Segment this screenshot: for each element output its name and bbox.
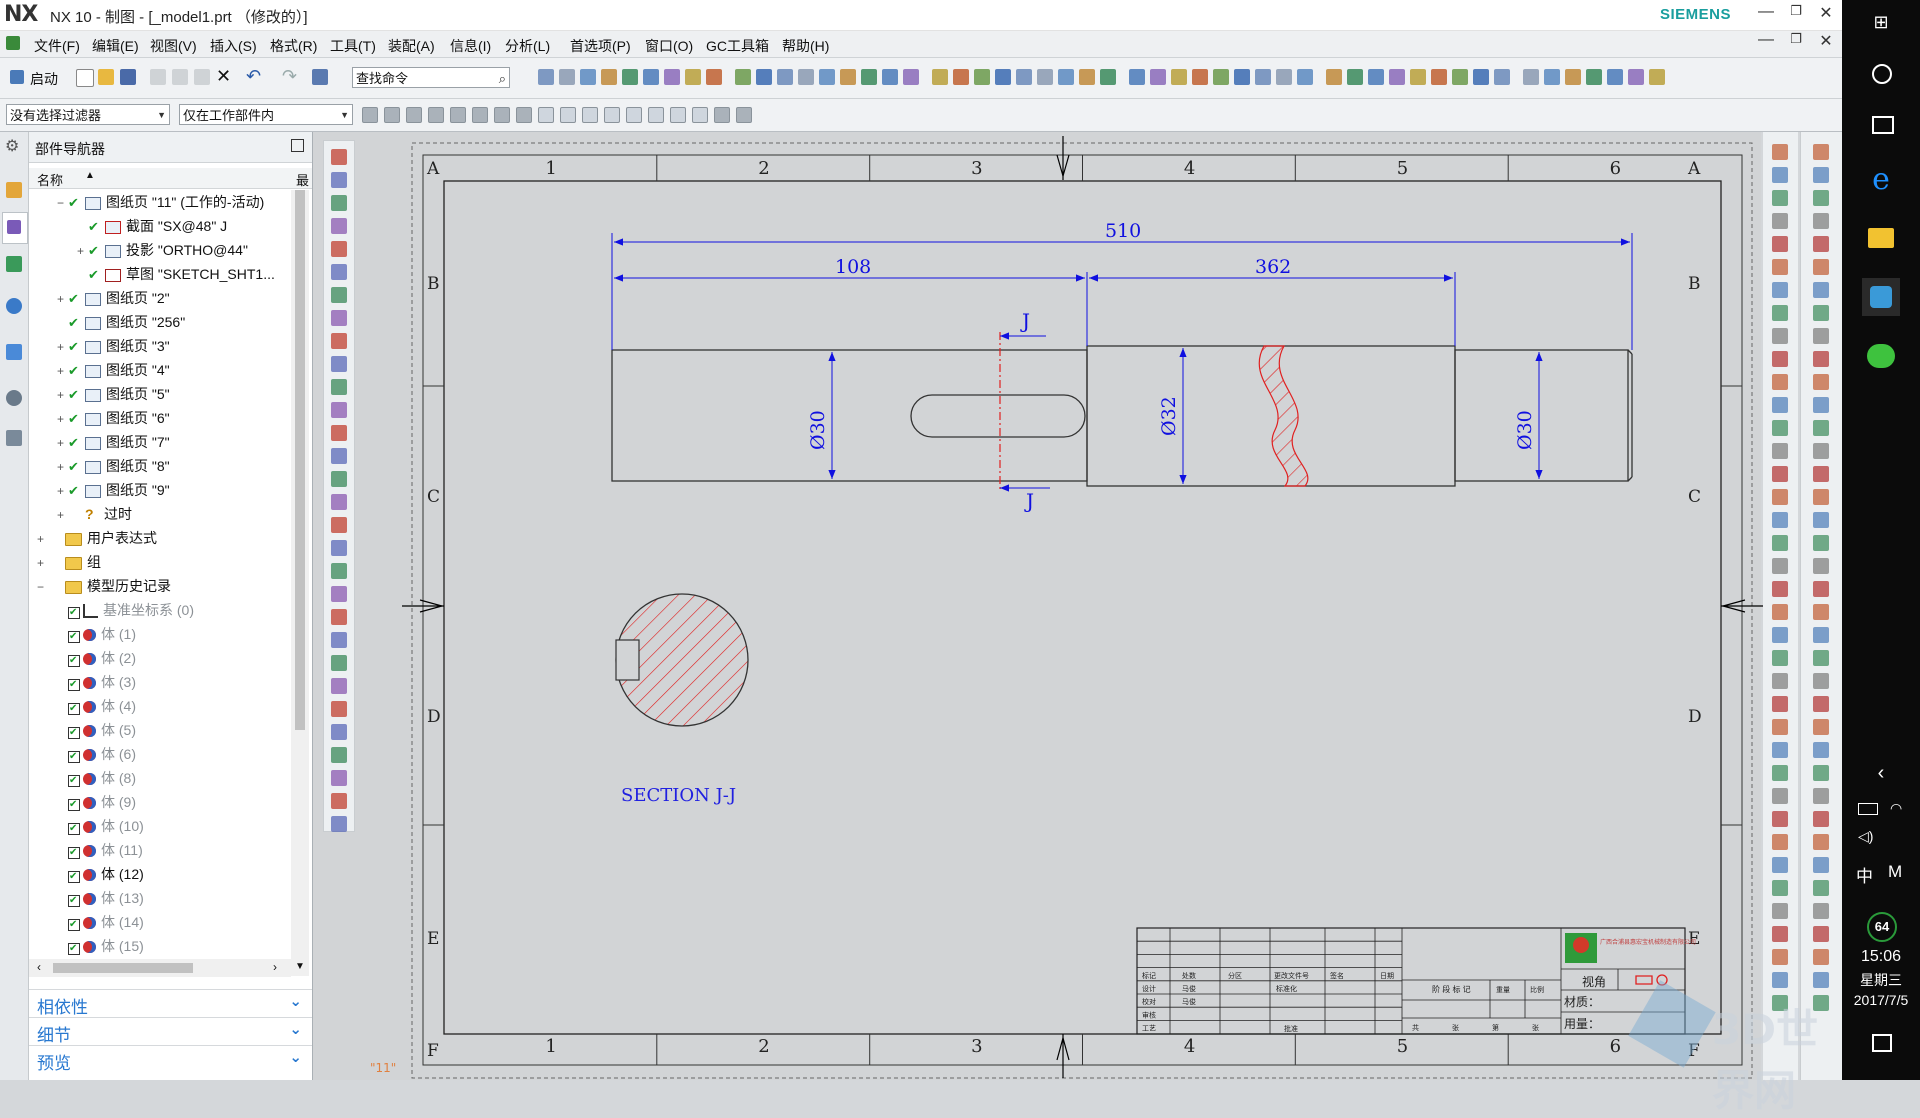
role-label: 审核 — [1142, 1010, 1156, 1019]
zone-column-label: 4 — [1184, 1036, 1195, 1057]
standardization-label: 标准化 — [1276, 984, 1297, 993]
table-header-cell: 处数 — [1182, 971, 1196, 980]
role-label: 设计 — [1142, 984, 1156, 993]
approve-label: 批准 — [1284, 1024, 1298, 1033]
nx-app-taskbar[interactable] — [1862, 278, 1900, 316]
watermark: 3D世界网 — [1628, 980, 1840, 1115]
zone-row-label: D — [427, 707, 441, 727]
ime-mode-indicator[interactable]: M — [1888, 862, 1902, 882]
action-center-icon[interactable] — [1872, 1034, 1892, 1052]
windows-taskbar: ⊞ e ‹ ◠ ◁) 中 M 64 15:06 星期三 2017/7/5 — [1842, 0, 1920, 1080]
scale-label: 比例 — [1530, 985, 1544, 994]
dim-left-length[interactable]: 108 — [835, 256, 871, 278]
dim-right-length[interactable]: 362 — [1255, 256, 1291, 278]
material-label: 材质： — [1564, 995, 1600, 1009]
section-mark-bottom: J — [1024, 489, 1034, 513]
volume-icon[interactable]: ◁) — [1858, 828, 1873, 845]
zone-row-label: E — [1688, 929, 1700, 949]
clock-time[interactable]: 15:06 — [1842, 948, 1920, 966]
sheets-cell: 张 — [1532, 1023, 1539, 1032]
watermark-text: 3D世界网 — [1712, 1005, 1819, 1115]
section-view-label: SECTION J-J — [621, 785, 736, 806]
watermark-cube-icon — [1628, 980, 1716, 1068]
table-header-cell: 更改文件号 — [1274, 971, 1309, 980]
table-header-cell: 分区 — [1228, 971, 1242, 980]
clock-weekday[interactable]: 星期三 — [1842, 970, 1920, 990]
file-explorer-icon[interactable] — [1868, 228, 1894, 248]
zone-row-label: C — [1688, 487, 1701, 507]
sheets-cell: 第 — [1492, 1023, 1499, 1032]
view-label: 视角 — [1582, 974, 1606, 989]
zone-column-label: 2 — [758, 158, 769, 179]
cortana-icon[interactable] — [1872, 64, 1892, 84]
dim-dia-mid[interactable]: Ø32 — [1158, 396, 1180, 436]
section-keyway — [615, 639, 640, 681]
zone-column-label: 2 — [758, 1036, 769, 1057]
role-checker: 马俊 — [1182, 997, 1196, 1006]
table-header-cell: 标记 — [1142, 971, 1156, 980]
wechat-icon[interactable] — [1867, 344, 1895, 368]
usage-label: 用量： — [1564, 1017, 1600, 1031]
role-label: 校对 — [1142, 997, 1156, 1006]
clock-date[interactable]: 2017/7/5 — [1842, 992, 1920, 1008]
zone-column-label: 5 — [1397, 1036, 1408, 1057]
company-logo-mark — [1573, 937, 1589, 953]
zone-column-label: 6 — [1610, 1036, 1621, 1057]
dim-overall[interactable]: 510 — [1105, 220, 1141, 242]
notification-badge[interactable]: 64 — [1867, 912, 1897, 942]
zone-column-label: 1 — [545, 1036, 556, 1057]
zone-row-label: A — [426, 159, 440, 179]
zone-column-label: 3 — [971, 158, 982, 179]
drawing-sheet: 112233445566A AB BC CD DE EF F J J 510 108 — [370, 136, 1763, 1079]
zone-column-label: 1 — [545, 158, 556, 179]
zone-row-label: C — [427, 487, 440, 507]
battery-icon[interactable] — [1858, 803, 1878, 815]
weight-label: 重量 — [1496, 986, 1510, 994]
sheet-name-label: "11" — [370, 1061, 396, 1075]
nx-app-icon — [1870, 286, 1892, 308]
zone-column-label: 4 — [1184, 158, 1195, 179]
zone-column-label: 3 — [971, 1036, 982, 1057]
table-header-cell: 签名 — [1330, 971, 1344, 980]
ime-indicator[interactable]: 中 — [1856, 862, 1873, 887]
zone-row-label: E — [427, 929, 439, 949]
wifi-icon[interactable]: ◠ — [1890, 800, 1902, 817]
chevron-left-icon[interactable]: ‹ — [1842, 762, 1920, 785]
section-mark-top: J — [1020, 309, 1030, 333]
zone-row-label: B — [1688, 274, 1701, 294]
zone-row-label: A — [1687, 159, 1701, 179]
sheets-cell: 共 — [1412, 1023, 1419, 1032]
zone-row-label: F — [427, 1041, 439, 1061]
windows-start-icon[interactable]: ⊞ — [1842, 12, 1920, 33]
zone-column-label: 5 — [1397, 158, 1408, 179]
role-designer: 马俊 — [1182, 984, 1196, 993]
company-name: 广西合浦县惠宏宝机械制造有限公司 — [1600, 938, 1696, 946]
zone-column-label: 6 — [1610, 158, 1621, 179]
sheet-boundary — [411, 142, 1753, 1079]
sheets-cell: 张 — [1452, 1023, 1459, 1032]
zone-row-label: B — [427, 274, 440, 294]
task-view-icon[interactable] — [1872, 116, 1894, 134]
dim-dia-right[interactable]: Ø30 — [1514, 410, 1536, 450]
role-label: 工艺 — [1142, 1025, 1156, 1033]
dim-dia-left[interactable]: Ø30 — [807, 410, 829, 450]
stage-label: 阶 段 标 记 — [1432, 984, 1471, 994]
zone-row-label: D — [1688, 707, 1702, 727]
edge-browser-icon[interactable]: e — [1842, 162, 1920, 197]
table-header-cell: 日期 — [1380, 972, 1394, 980]
